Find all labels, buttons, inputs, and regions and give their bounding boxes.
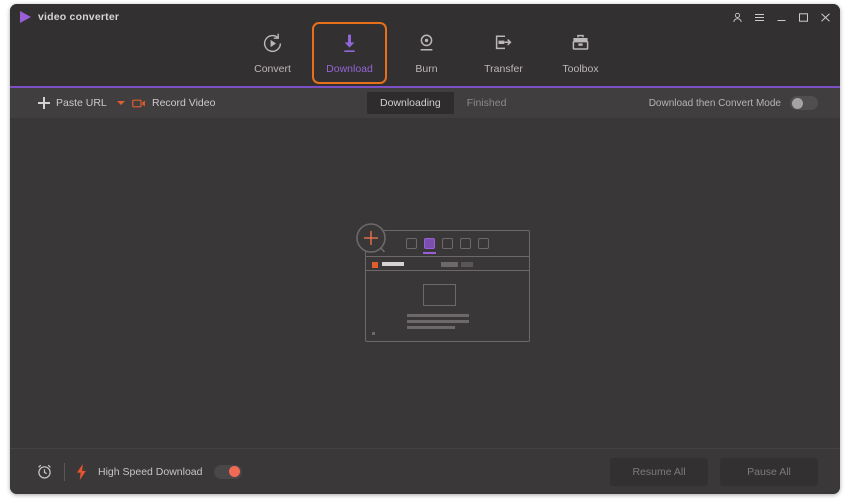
- magnifier-crosshair-icon: [355, 222, 391, 258]
- browser-address-pill: [382, 262, 404, 266]
- browser-button-pill: [441, 262, 458, 267]
- download-then-convert-mode: Download then Convert Mode: [649, 88, 818, 118]
- nav-label-download: Download: [326, 62, 373, 75]
- nav-label-burn: Burn: [415, 62, 438, 75]
- record-video-label: Record Video: [152, 97, 216, 109]
- nav-tab-convert[interactable]: Convert: [235, 22, 310, 84]
- footer-divider: [64, 462, 65, 481]
- download-then-convert-label: Download then Convert Mode: [648, 97, 781, 109]
- toggle-knob: [229, 466, 240, 477]
- browser-text-line: [407, 314, 469, 317]
- menu-icon[interactable]: [753, 11, 766, 24]
- account-icon[interactable]: [731, 11, 744, 24]
- toggle-knob: [791, 97, 803, 109]
- close-icon[interactable]: [819, 11, 832, 24]
- convert-icon: [260, 32, 286, 56]
- transfer-icon: [491, 32, 517, 56]
- browser-tab-square-selected: [423, 238, 436, 254]
- empty-state-illustration: [355, 222, 530, 342]
- download-list-empty-area: [10, 118, 840, 448]
- browser-tab-square: [460, 238, 471, 249]
- high-speed-download-label: High Speed Download: [98, 465, 203, 478]
- browser-record-dot: [372, 261, 378, 268]
- high-speed-download-toggle[interactable]: [213, 464, 242, 479]
- browser-button-pill: [461, 262, 473, 267]
- toolbox-icon: [568, 32, 594, 56]
- record-video-button[interactable]: Record Video: [132, 88, 215, 118]
- nav-label-transfer: Transfer: [484, 62, 523, 75]
- nav-tab-transfer[interactable]: Transfer: [466, 22, 541, 84]
- camcorder-icon: [132, 98, 146, 109]
- browser-address-bar-graphic: [366, 257, 529, 271]
- browser-text-line: [407, 326, 455, 329]
- application-window: video converter Convert Download Burn Tr…: [10, 4, 840, 494]
- nav-tab-burn[interactable]: Burn: [389, 22, 464, 84]
- paste-url-button[interactable]: Paste URL: [38, 88, 125, 118]
- app-title: video converter: [38, 11, 120, 23]
- footer-left-controls: High Speed Download: [36, 449, 242, 494]
- browser-tab-square: [442, 238, 453, 249]
- maximize-icon[interactable]: [797, 11, 810, 24]
- plus-icon: [38, 97, 50, 109]
- nav-tab-download[interactable]: Download: [312, 22, 387, 84]
- footer-right-controls: Resume All Pause All: [610, 449, 818, 494]
- main-navigation: Convert Download Burn Transfer Toolbox: [10, 22, 840, 86]
- play-triangle-logo: [20, 11, 31, 23]
- lightning-bolt-icon: [76, 463, 87, 480]
- nav-label-toolbox: Toolbox: [562, 62, 599, 75]
- browser-tab-square: [406, 238, 417, 249]
- nav-tabs: Convert Download Burn Transfer Toolbox: [235, 22, 620, 84]
- status-tabs: Downloading Finished: [367, 92, 520, 114]
- browser-corner-dot: [372, 332, 375, 335]
- tab-downloading[interactable]: Downloading: [367, 92, 454, 114]
- chevron-down-icon[interactable]: [116, 101, 125, 105]
- nav-tab-toolbox[interactable]: Toolbox: [543, 22, 618, 84]
- pause-all-button[interactable]: Pause All: [720, 457, 818, 486]
- download-icon: [337, 32, 363, 56]
- browser-tab-square: [478, 238, 489, 249]
- footer-bar: High Speed Download Resume All Pause All: [10, 448, 840, 494]
- paste-url-label: Paste URL: [56, 97, 107, 109]
- minimize-icon[interactable]: [775, 11, 788, 24]
- resume-all-button[interactable]: Resume All: [610, 457, 708, 486]
- browser-video-thumbnail: [423, 284, 456, 306]
- nav-label-convert: Convert: [254, 62, 291, 75]
- alarm-clock-icon[interactable]: [36, 463, 53, 480]
- burn-icon: [414, 32, 440, 56]
- download-then-convert-toggle[interactable]: [790, 96, 818, 110]
- browser-text-line: [407, 320, 469, 323]
- window-controls: [731, 4, 832, 30]
- tab-finished[interactable]: Finished: [453, 92, 520, 114]
